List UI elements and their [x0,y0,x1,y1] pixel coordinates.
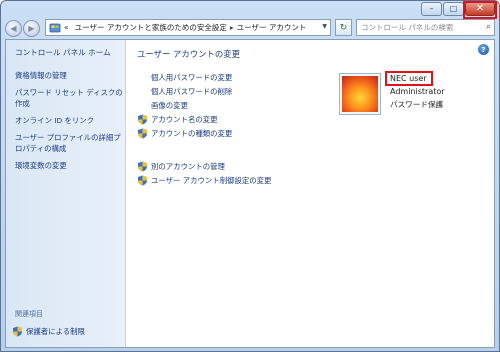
task-manage-other-account[interactable]: 別のアカウントの管理 [137,159,271,173]
maximize-button[interactable]: □ [443,2,464,16]
task-change-picture[interactable]: 画像の変更 [137,98,232,112]
address-segment-user-accounts[interactable]: ユーザー アカウント [237,22,307,33]
shield-icon [12,326,23,337]
search-placeholder: コントロール パネルの検索 [361,23,454,32]
back-arrow-icon: ◀ [10,23,17,33]
navigation-bar: ◀ ▶ « ユーザー アカウントと家族のための安全設定 ▸ ユーザー アカウント… [5,18,495,38]
address-separator-icon[interactable]: ▸ [230,23,234,32]
help-button[interactable]: ? [478,44,489,55]
sidebar-link-environment-variables[interactable]: 環境変数の変更 [15,160,125,171]
address-segment-family-safety[interactable]: ユーザー アカウントと家族のための安全設定 [75,22,227,33]
task-label: 別のアカウントの管理 [151,161,225,171]
control-panel-icon [49,22,61,34]
address-dropdown-icon[interactable]: ▼ [322,23,327,30]
window: – □ ✕ ◀ ▶ « ユーザー アカウントと家族のための安全設定 ▸ ユーザー… [0,0,500,352]
forward-arrow-icon: ▶ [28,23,35,33]
minimize-button[interactable]: – [421,2,442,16]
search-icon[interactable]: ⌕ [486,22,491,32]
shield-icon [137,161,148,172]
task-label: アカウントの種類の変更 [151,128,233,138]
task-label: アカウント名の変更 [151,114,218,124]
sidebar-link-parental-controls[interactable]: 保護者による制限 [12,326,85,337]
refresh-icon: ↻ [339,22,348,33]
task-label: 個人用パスワードの変更 [151,72,233,82]
task-change-account-type[interactable]: アカウントの種類の変更 [137,126,232,140]
sidebar-link-online-id[interactable]: オンライン ID をリンク [15,115,125,126]
address-bar[interactable]: « ユーザー アカウントと家族のための安全設定 ▸ ユーザー アカウント ▼ [45,19,331,36]
back-button[interactable]: ◀ [5,19,22,37]
related-heading: 関連項目 [15,310,43,318]
close-button-highlight [463,1,497,19]
task-change-password[interactable]: 個人用パスワードの変更 [137,70,232,84]
account-protection-status: パスワード保護 [390,100,444,109]
refresh-button[interactable]: ↻ [335,19,352,36]
task-label: 画像の変更 [151,100,188,110]
account-type: Administrator [390,87,445,96]
help-icon: ? [481,45,486,54]
task-remove-password[interactable]: 個人用パスワードの削除 [137,84,232,98]
shield-icon [137,114,148,125]
search-box[interactable]: コントロール パネルの検索 ⌕ [356,19,495,36]
task-change-account-name[interactable]: アカウント名の変更 [137,112,232,126]
sidebar-link-manage-credentials[interactable]: 資格情報の管理 [15,70,125,81]
task-label: 個人用パスワードの削除 [151,86,233,96]
shield-icon [137,128,148,139]
account-card: NEC user Administrator パスワード保護 [339,71,473,119]
task-label: ユーザー アカウント制御設定の変更 [151,175,272,185]
address-overflow[interactable]: « [64,23,69,32]
account-picture[interactable] [339,73,381,115]
task-list-secondary: 別のアカウントの管理 ユーザー アカウント制御設定の変更 [137,159,271,187]
forward-button[interactable]: ▶ [23,19,40,37]
sidebar-link-reset-disk[interactable]: パスワード リセット ディスクの作成 [15,87,125,109]
content-area: コントロール パネル ホーム 資格情報の管理 パスワード リセット ディスクの作… [5,39,495,348]
sidebar-link-profile-properties[interactable]: ユーザー プロファイルの詳細プロパティの構成 [15,132,125,154]
task-uac-settings[interactable]: ユーザー アカウント制御設定の変更 [137,173,271,187]
account-name: NEC user [385,71,433,86]
sidebar: コントロール パネル ホーム 資格情報の管理 パスワード リセット ディスクの作… [6,40,126,347]
sidebar-home-link[interactable]: コントロール パネル ホーム [15,47,111,58]
parental-controls-label: 保護者による制限 [26,327,85,336]
sidebar-links: 資格情報の管理 パスワード リセット ディスクの作成 オンライン ID をリンク… [15,70,125,177]
page-title: ユーザー アカウントの変更 [137,49,240,59]
shield-icon [137,175,148,186]
flower-picture-icon [342,76,378,112]
task-list: 個人用パスワードの変更 個人用パスワードの削除 画像の変更 アカウント名の変更 … [137,70,232,140]
